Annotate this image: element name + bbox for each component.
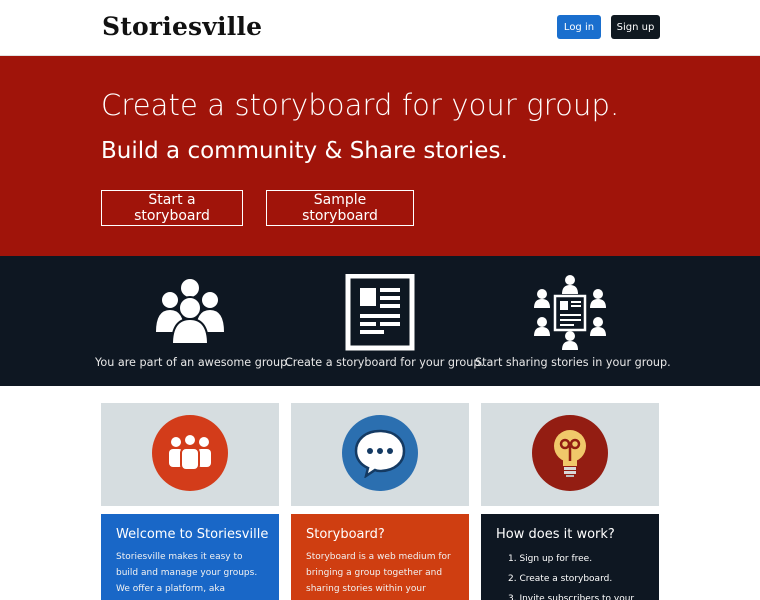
- steps-list: 1. Sign up for free. 2. Create a storybo…: [508, 549, 645, 600]
- list-item: 2. Create a storyboard.: [508, 574, 613, 584]
- card-image-welcome: [101, 403, 279, 506]
- hero-subtitle: Build a community & Share stories.: [101, 138, 508, 164]
- group-icon: [150, 274, 230, 352]
- start-storyboard-button[interactable]: Start a storyboard: [101, 190, 243, 226]
- site-logo[interactable]: Storiesville: [102, 12, 262, 41]
- card-welcome: Welcome to Storiesville Storiesville mak…: [101, 514, 279, 600]
- hero-title: Create a storyboard for your group.: [101, 88, 620, 122]
- sample-storyboard-button[interactable]: Sample storyboard: [266, 190, 414, 226]
- features-strip: You are part of an awesome group. Create…: [0, 256, 760, 386]
- login-button[interactable]: Log in: [557, 15, 601, 39]
- site-header: Storiesville Log in Sign up: [0, 0, 760, 56]
- card-text: Storiesville makes it easy to build and …: [116, 552, 258, 594]
- card-storyboard: Storyboard? Storyboard is a web medium f…: [291, 514, 469, 600]
- card-image-how: [481, 403, 659, 506]
- feature-caption: Create a storyboard for your group.: [285, 356, 484, 369]
- hero-banner: Create a storyboard for your group. Buil…: [0, 56, 760, 256]
- lightbulb-icon: [532, 415, 608, 491]
- feature-sharing: Start sharing stories in your group.: [475, 256, 671, 386]
- people-icon: [152, 415, 228, 491]
- list-item: 1. Sign up for free.: [508, 554, 593, 564]
- sharing-icon: [530, 274, 610, 352]
- signup-button[interactable]: Sign up: [611, 15, 660, 39]
- card-how-it-works: How does it work? 1. Sign up for free. 2…: [481, 514, 659, 600]
- storyboard-icon: [340, 273, 420, 352]
- card-text: Storyboard is a web medium for bringing …: [306, 552, 451, 594]
- chat-bubble-icon: [342, 415, 418, 491]
- feature-caption: You are part of an awesome group.: [95, 356, 291, 369]
- card-title: Welcome to Storiesville: [116, 527, 269, 542]
- feature-group: You are part of an awesome group.: [95, 256, 291, 386]
- card-title: Storyboard?: [306, 527, 385, 542]
- feature-storyboard: Create a storyboard for your group.: [285, 256, 484, 386]
- card-title: How does it work?: [496, 527, 615, 542]
- feature-caption: Start sharing stories in your group.: [475, 356, 671, 369]
- card-image-storyboard: [291, 403, 469, 506]
- list-item: 3. Invite subscribers to your: [508, 594, 635, 600]
